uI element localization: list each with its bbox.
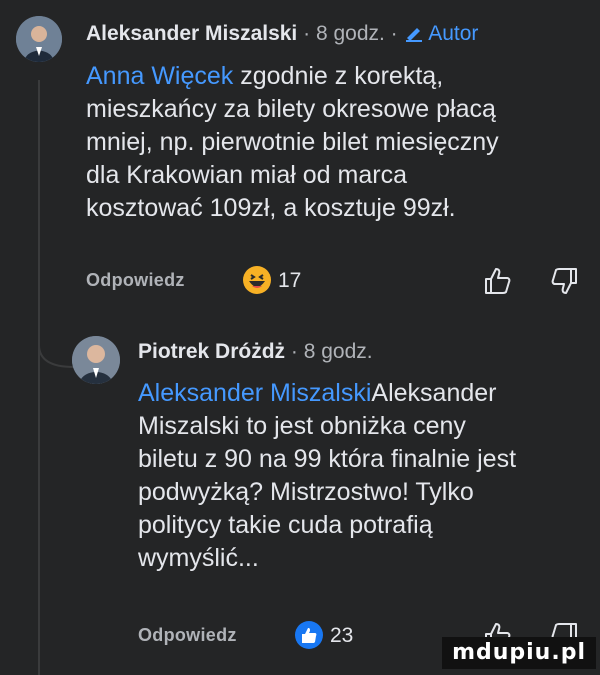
avatar[interactable]	[72, 336, 120, 384]
text-line: mniej, np. pierwotnie bilet miesięczny	[86, 128, 499, 156]
mention-link[interactable]: Anna Więcek	[86, 62, 233, 90]
text-line: kosztować 109zł, a kosztuje 99zł.	[86, 194, 456, 222]
watermark: mdupiu.pl	[442, 637, 596, 669]
reaction-count[interactable]: 23	[330, 624, 353, 648]
text-line: politycy takie cuda potrafią	[138, 511, 433, 539]
avatar[interactable]	[16, 16, 62, 62]
person-icon	[16, 16, 62, 62]
timestamp: · 8 godz.	[290, 340, 373, 363]
text-line: zgodnie z korektą,	[233, 62, 444, 90]
text-line: mieszkańcy za bilety okresowe płacą	[86, 95, 496, 123]
author-name[interactable]: Piotrek Dróżdż	[138, 340, 285, 363]
comment-text: Anna Więcek zgodnie z korektą, mieszkańc…	[86, 60, 596, 225]
reply-button[interactable]: Odpowiedz	[138, 625, 237, 646]
pencil-icon	[405, 28, 422, 42]
text-line: wymyślić...	[138, 544, 259, 572]
author-badge-label: Autor	[428, 22, 479, 45]
like-icon[interactable]	[482, 265, 512, 297]
thread-line	[38, 80, 40, 675]
text-line: dla Krakowian miał od marca	[86, 161, 407, 189]
haha-reaction-icon[interactable]	[242, 265, 272, 295]
author-badge: Autor	[404, 22, 479, 45]
text-line: Miszalski to jest obniżka ceny	[138, 412, 466, 440]
dislike-icon[interactable]	[550, 265, 580, 297]
reply-button[interactable]: Odpowiedz	[86, 270, 185, 291]
comment-text: Aleksander MiszalskiAleksander Miszalski…	[138, 377, 598, 575]
text-line: biletu z 90 na 99 która finalnie jest	[138, 445, 517, 473]
like-reaction-icon[interactable]	[294, 620, 324, 650]
comment-header: Piotrek Dróżdż · 8 godz.	[138, 340, 373, 364]
mention-link[interactable]: Aleksander Miszalski	[138, 379, 371, 407]
comment-actions: Odpowiedz 17	[86, 265, 600, 299]
comment-header: Aleksander Miszalski · 8 godz. · Autor	[86, 22, 478, 46]
reaction-count[interactable]: 17	[278, 269, 301, 293]
person-icon	[72, 336, 120, 384]
text-line: Aleksander	[371, 379, 497, 407]
timestamp: · 8 godz. ·	[303, 22, 398, 45]
text-line: podwyżką? Mistrzostwo! Tylko	[138, 478, 474, 506]
author-name[interactable]: Aleksander Miszalski	[86, 22, 297, 45]
